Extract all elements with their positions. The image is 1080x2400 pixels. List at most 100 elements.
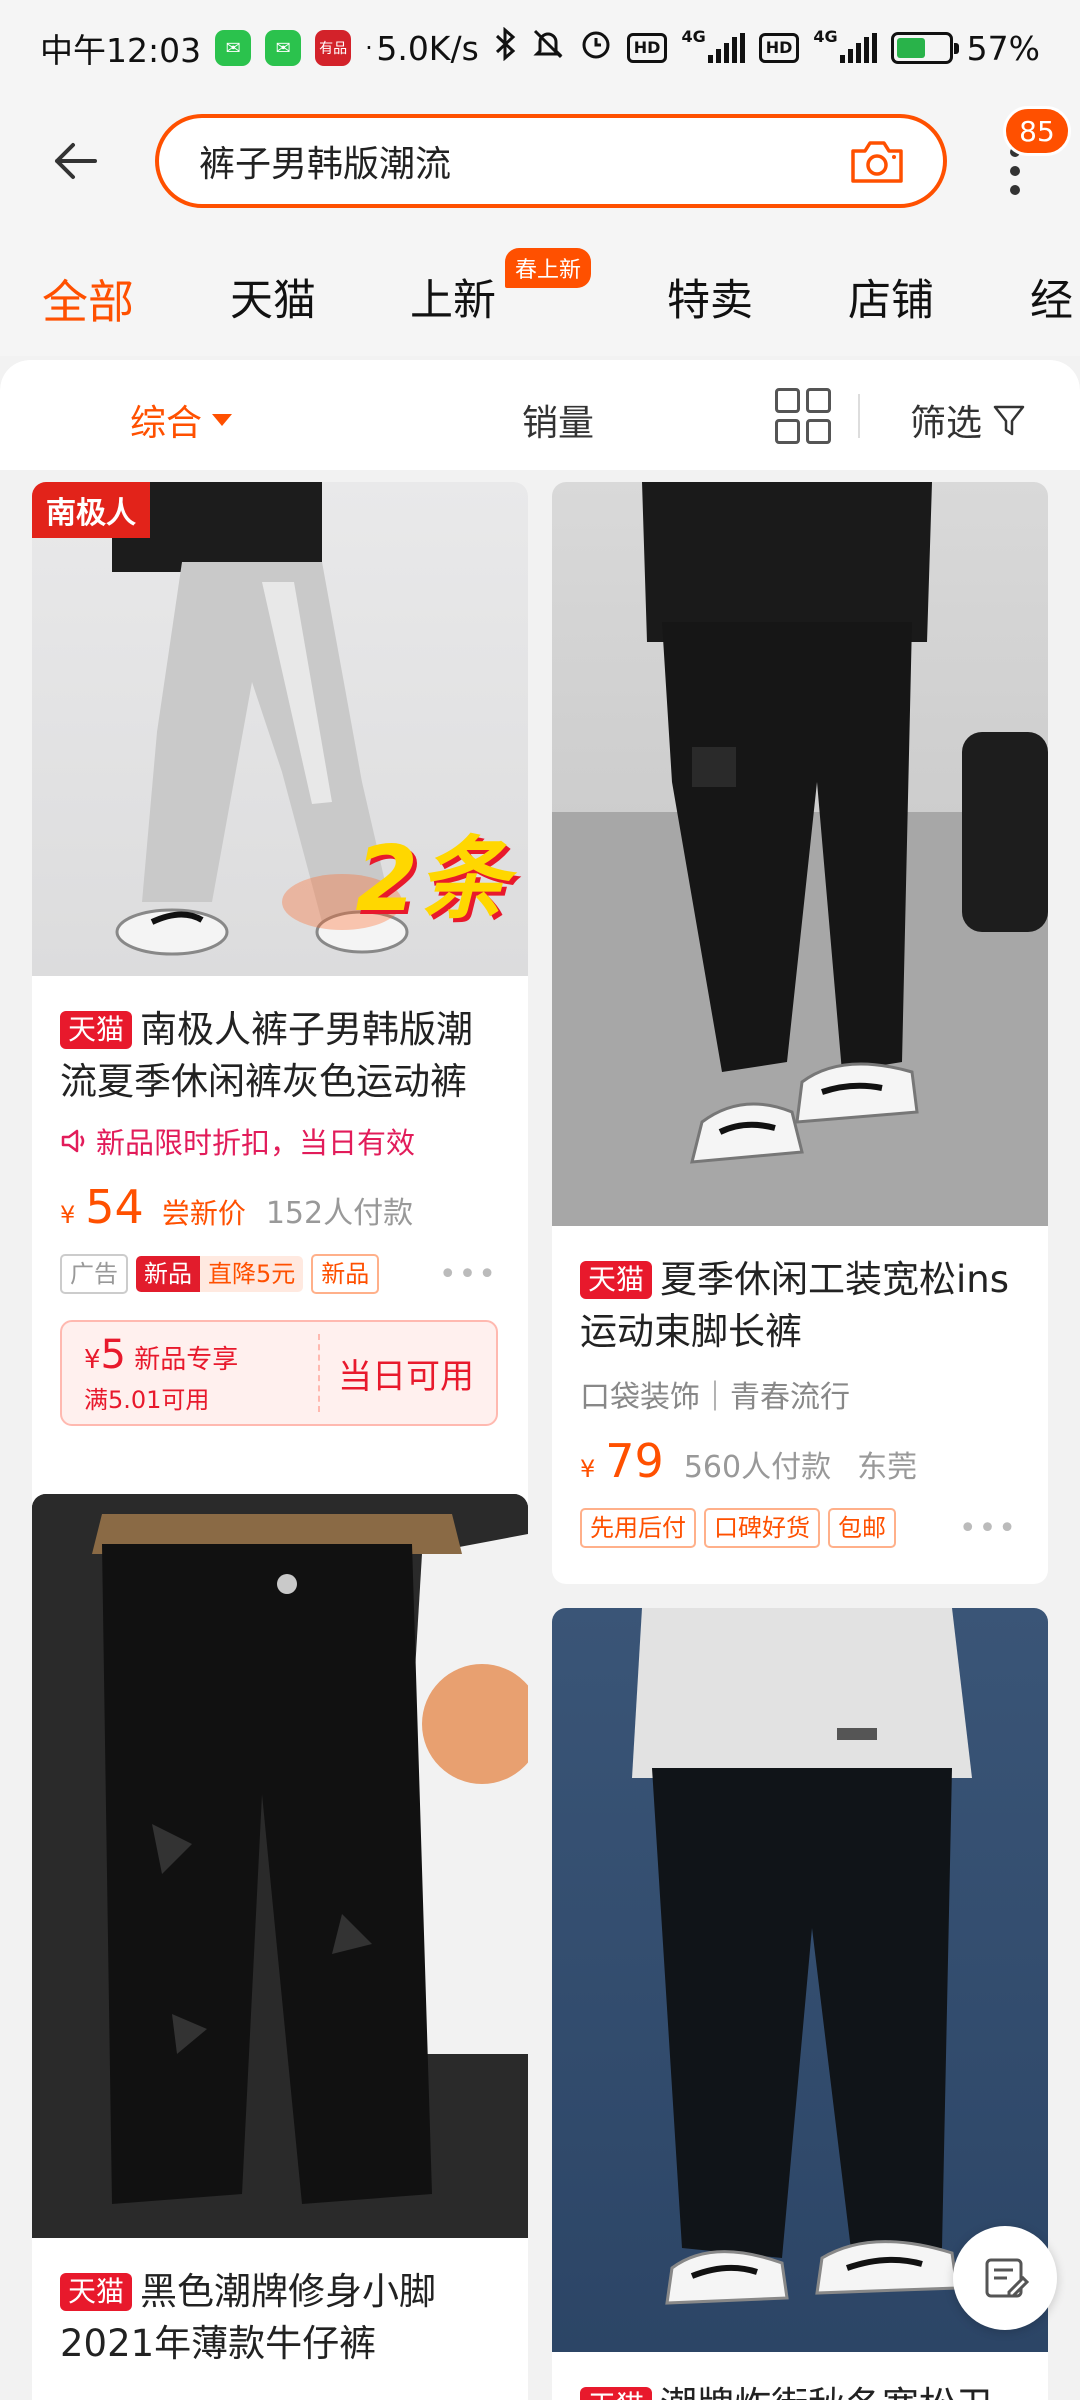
caret-down-icon: [212, 414, 233, 426]
product-info: 天猫 黑色潮牌修身小脚2021年薄款牛仔裤: [32, 2238, 528, 2390]
tab-sale[interactable]: 特卖: [667, 266, 753, 328]
feedback-button[interactable]: [953, 2226, 1057, 2330]
product-title[interactable]: 天猫 黑色潮牌修身小脚2021年薄款牛仔裤: [60, 2266, 498, 2370]
search-box[interactable]: [155, 114, 947, 208]
good-reviews-tag: 口碑好货: [704, 1508, 820, 1548]
card-more-icon[interactable]: •••: [959, 1511, 1018, 1546]
sort-comprehensive[interactable]: 综合: [130, 394, 233, 446]
edit-note-icon: [985, 2258, 1029, 2298]
bluetooth-icon: [493, 26, 517, 69]
tag-row: 先用后付 口碑好货 包邮 •••: [580, 1508, 1018, 1548]
product-attributes: 口袋装饰｜青春流行: [580, 1380, 850, 1415]
promo-text: 新品限时折扣，当日有效: [96, 1126, 416, 1160]
price: 54: [85, 1180, 144, 1234]
coupon-amount: ¥5 新品专享: [84, 1331, 239, 1378]
tab-shops[interactable]: 店铺: [848, 266, 934, 328]
product-info: 天猫潮牌炸街秋冬宽松卫: [552, 2352, 1048, 2400]
wechat-icon: ✉: [215, 30, 252, 66]
camera-search-button[interactable]: [847, 131, 907, 191]
price-note: 尝新价: [161, 1197, 246, 1230]
coupon-condition: 满5.01可用: [84, 1385, 210, 1414]
ad-tag: 广告: [60, 1254, 128, 1294]
product-title[interactable]: 天猫潮牌炸街秋冬宽松卫: [580, 2380, 1018, 2400]
price-drop-tag: 直降5元: [200, 1256, 304, 1292]
price: 79: [605, 1434, 664, 1488]
sort-comprehensive-label: 综合: [130, 403, 203, 444]
network-type: 4G: [681, 27, 706, 46]
tab-new[interactable]: 上新: [410, 266, 496, 328]
alarm-icon: [579, 27, 613, 69]
hd-icon: HD: [626, 33, 668, 63]
tab-all[interactable]: 全部: [42, 266, 134, 332]
wechat-icon-2: ✉: [265, 30, 302, 66]
price-row: ¥ 54 尝新价 152人付款: [60, 1180, 498, 1234]
results-panel: 综合 销量 筛选 南极人 2条 天猫南极人裤子男韩版潮流夏季休闲裤灰色运动裤 新…: [0, 360, 1080, 2400]
product-card[interactable]: 天猫 黑色潮牌修身小脚2021年薄款牛仔裤: [32, 1494, 528, 2400]
battery-icon: [890, 32, 959, 64]
signal-icon-2: [839, 33, 877, 63]
app-notification-icon: 有品: [315, 30, 352, 66]
filter-label: 筛选: [910, 403, 983, 444]
sales-count: 560人付款: [683, 1450, 832, 1485]
filter-button[interactable]: 筛选: [910, 394, 1026, 446]
product-photo: [32, 1494, 528, 2238]
sort-divider: [858, 394, 860, 438]
tag-row: 广告 新品 直降5元 新品 •••: [60, 1254, 498, 1294]
net-speed: 5.0K/s: [376, 28, 479, 68]
new-outline-tag: 新品: [311, 1254, 380, 1294]
network-type-2: 4G: [813, 27, 838, 46]
coupon[interactable]: ¥5 新品专享 满5.01可用 当日可用: [60, 1320, 498, 1426]
battery-percent: 57%: [966, 28, 1040, 68]
image-caption: 2条: [355, 827, 508, 932]
tmall-badge: 天猫: [60, 1011, 133, 1049]
mute-icon: [531, 27, 565, 69]
status-bar: 中午12:03 ✉ ✉ 有品 · 5.0K/s HD 4G HD 4G 57%: [0, 0, 1080, 96]
product-image[interactable]: [32, 1494, 528, 2238]
new-arrival-tag: 春上新: [505, 248, 592, 288]
card-more-icon[interactable]: •••: [439, 1257, 498, 1292]
filter-icon: [993, 405, 1025, 436]
product-image[interactable]: 南极人 2条: [32, 482, 528, 976]
speaker-icon: [61, 1129, 85, 1153]
tmall-badge: 天猫: [580, 1261, 653, 1299]
grid-view-icon[interactable]: [775, 388, 831, 444]
back-button[interactable]: [40, 126, 110, 196]
camera-icon: [851, 141, 903, 183]
status-dot: ·: [365, 34, 373, 62]
coupon-action[interactable]: 当日可用: [338, 1349, 474, 1398]
currency-symbol: ¥: [580, 1455, 596, 1483]
product-title[interactable]: 天猫 南极人裤子男韩版潮流夏季休闲裤灰色运动裤: [60, 1004, 498, 1108]
hd-icon-2: HD: [758, 33, 800, 63]
product-image[interactable]: [552, 482, 1048, 1226]
new-tag: 新品: [136, 1256, 200, 1292]
tab-tmall[interactable]: 天猫: [230, 266, 316, 328]
status-time: 中午12:03: [40, 31, 202, 70]
back-arrow-icon: [55, 143, 97, 179]
sort-bar: 综合 销量 筛选: [0, 360, 1080, 470]
signal-icon: [707, 33, 745, 63]
price-row: ¥ 79 560人付款 东莞: [580, 1434, 1018, 1488]
product-info: 天猫 夏季休闲工装宽松ins运动束脚长裤 口袋装饰｜青春流行 ¥ 79 560人付…: [552, 1226, 1048, 1568]
product-photo: [552, 482, 1048, 1226]
location: 东莞: [857, 1450, 918, 1485]
sort-sales-label: 销量: [522, 403, 595, 444]
product-info: 天猫 南极人裤子男韩版潮流夏季休闲裤灰色运动裤 新品限时折扣，当日有效 ¥ 54 …: [32, 976, 528, 1446]
promo-line: 新品限时折扣，当日有效: [60, 1120, 498, 1162]
product-title-text: 潮牌炸街秋冬宽松卫: [660, 2384, 993, 2400]
tmall-badge: 天猫: [60, 2273, 133, 2311]
free-shipping-tag: 包邮: [828, 1508, 896, 1548]
message-count-badge: 85: [1003, 106, 1071, 156]
brand-logo: 南极人: [32, 482, 150, 538]
search-header: [0, 96, 1080, 226]
coupon-divider: [318, 1334, 320, 1412]
tab-partial[interactable]: 经: [1030, 266, 1073, 328]
product-title[interactable]: 天猫 夏季休闲工装宽松ins运动束脚长裤: [580, 1254, 1018, 1358]
search-input[interactable]: [199, 140, 847, 182]
sort-sales[interactable]: 销量: [522, 394, 594, 446]
currency-symbol: ¥: [60, 1201, 76, 1229]
tmall-badge: 天猫: [580, 2387, 653, 2400]
pay-later-tag: 先用后付: [580, 1508, 696, 1548]
category-tabs: 全部 天猫 上新 春上新 特卖 店铺 经: [0, 226, 1080, 356]
product-card[interactable]: 天猫 夏季休闲工装宽松ins运动束脚长裤 口袋装饰｜青春流行 ¥ 79 560人付…: [552, 482, 1048, 1584]
sales-count: 152人付款: [265, 1196, 414, 1231]
